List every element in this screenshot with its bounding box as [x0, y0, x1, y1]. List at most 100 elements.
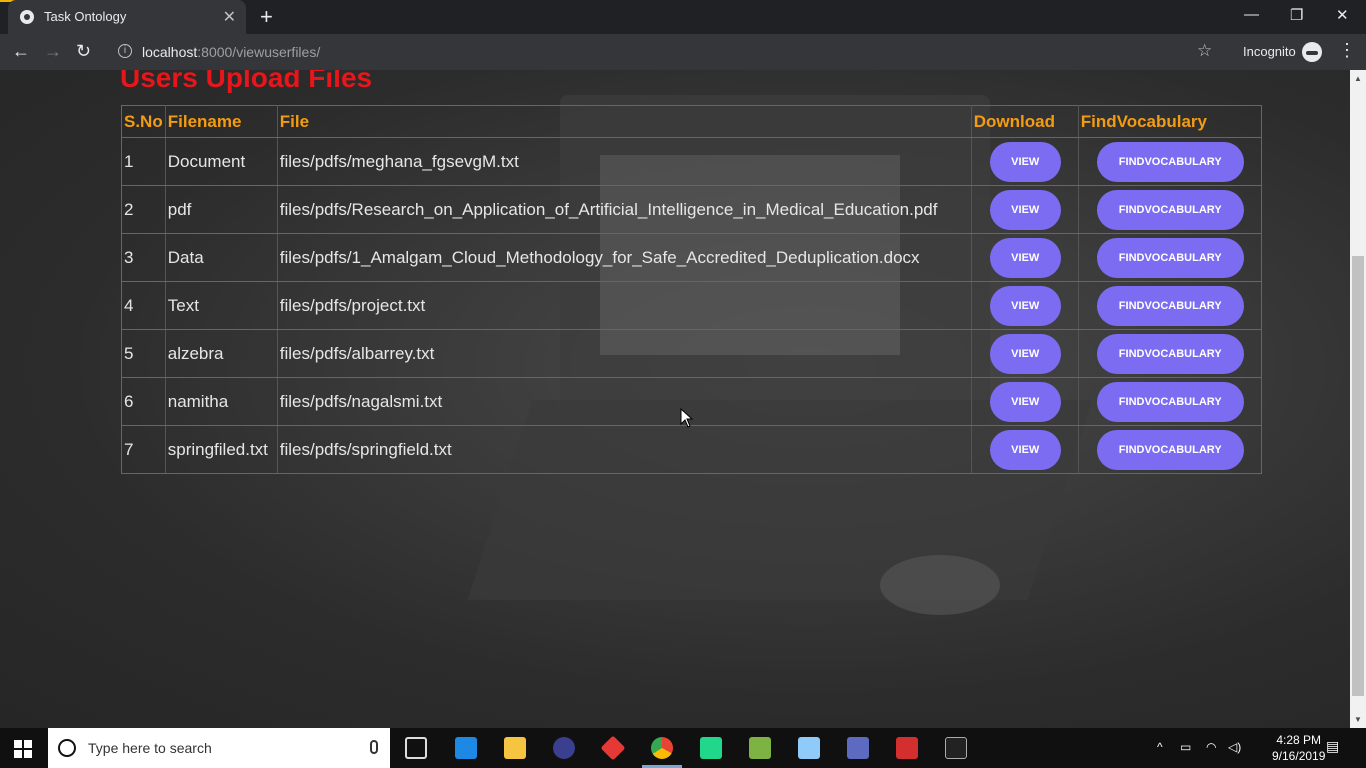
clock-time: 4:28 PM: [1276, 733, 1322, 747]
volume-icon[interactable]: ◁): [1228, 740, 1241, 754]
url-text[interactable]: localhost:8000/viewuserfiles/: [142, 44, 320, 60]
restore-icon[interactable]: ❐: [1290, 6, 1303, 24]
file-explorer-icon[interactable]: [504, 737, 526, 759]
cell-vocab: FINDVOCABULARY: [1078, 137, 1263, 186]
table-row: 4 Text files/pdfs/project.txt VIEW FINDV…: [121, 281, 1263, 330]
cell-filename: Text: [165, 281, 278, 330]
tray-chevron-icon[interactable]: ^: [1157, 740, 1163, 754]
findvocabulary-button[interactable]: FINDVOCABULARY: [1096, 189, 1244, 230]
microphone-icon[interactable]: [370, 740, 378, 754]
red-app-icon[interactable]: [600, 735, 626, 761]
minimize-icon[interactable]: —: [1244, 6, 1259, 23]
vscode-icon[interactable]: [455, 737, 477, 759]
view-button[interactable]: VIEW: [989, 285, 1061, 326]
cell-sno: 2: [121, 185, 166, 234]
notepad-plus-icon[interactable]: [749, 737, 771, 759]
cell-filename: Data: [165, 233, 278, 282]
scroll-down-icon[interactable]: ▼: [1354, 715, 1362, 724]
reload-icon[interactable]: ↻: [76, 41, 91, 62]
cell-vocab: FINDVOCABULARY: [1078, 233, 1263, 282]
view-button[interactable]: VIEW: [989, 333, 1061, 374]
close-tab-icon[interactable]: ✕: [223, 7, 236, 27]
cell-vocab: FINDVOCABULARY: [1078, 377, 1263, 426]
mysql-icon[interactable]: [847, 737, 869, 759]
bookmark-star-icon[interactable]: ☆: [1197, 41, 1212, 61]
page-title: Users Upload Files: [120, 70, 373, 93]
cortana-icon: [58, 739, 76, 757]
view-button[interactable]: VIEW: [989, 429, 1061, 470]
col-download: Download: [971, 105, 1079, 138]
acrobat-icon[interactable]: [896, 737, 918, 759]
cell-sno: 3: [121, 233, 166, 282]
cell-vocab: FINDVOCABULARY: [1078, 281, 1263, 330]
table-row: 5 alzebra files/pdfs/albarrey.txt VIEW F…: [121, 329, 1263, 378]
terminal-icon[interactable]: [945, 737, 967, 759]
findvocabulary-button[interactable]: FINDVOCABULARY: [1096, 285, 1244, 326]
incognito-icon[interactable]: [1302, 42, 1322, 62]
cell-vocab: FINDVOCABULARY: [1078, 425, 1263, 474]
table-row: 7 springfiled.txt files/pdfs/springfield…: [121, 425, 1263, 474]
cell-sno: 6: [121, 377, 166, 426]
cell-download: VIEW: [971, 377, 1079, 426]
browser-toolbar: ← → ↻ i localhost:8000/viewuserfiles/ ☆ …: [0, 34, 1366, 70]
cell-file: files/pdfs/nagalsmi.txt: [277, 377, 972, 426]
scroll-up-icon[interactable]: ▲: [1354, 74, 1362, 83]
page-viewport: Users Upload Files S.No Filename File Do…: [0, 70, 1350, 728]
cell-download: VIEW: [971, 281, 1079, 330]
pycharm-icon[interactable]: [700, 737, 722, 759]
view-button[interactable]: VIEW: [989, 189, 1061, 230]
info-icon[interactable]: i: [118, 44, 132, 58]
globe-icon: [20, 10, 34, 24]
cell-file: files/pdfs/meghana_fgsevgM.txt: [277, 137, 972, 186]
notifications-icon[interactable]: ▤: [1326, 738, 1339, 755]
new-tab-icon[interactable]: +: [260, 4, 273, 30]
cell-sno: 1: [121, 137, 166, 186]
browser-tab-strip: Task Ontology ✕ + — ❐ ✕: [0, 0, 1366, 34]
cell-sno: 5: [121, 329, 166, 378]
address-bar[interactable]: i localhost:8000/viewuserfiles/: [108, 38, 1228, 66]
findvocabulary-button[interactable]: FINDVOCABULARY: [1096, 381, 1244, 422]
view-button[interactable]: VIEW: [989, 141, 1061, 182]
scroll-thumb[interactable]: [1352, 256, 1364, 696]
wifi-icon[interactable]: ◠: [1206, 740, 1216, 754]
battery-icon[interactable]: ▭: [1180, 740, 1191, 754]
table-row: 2 pdf files/pdfs/Research_on_Application…: [121, 185, 1263, 234]
close-window-icon[interactable]: ✕: [1336, 6, 1349, 24]
findvocabulary-button[interactable]: FINDVOCABULARY: [1096, 429, 1244, 470]
forward-icon[interactable]: →: [44, 41, 62, 62]
cell-download: VIEW: [971, 329, 1079, 378]
cell-file: files/pdfs/springfield.txt: [277, 425, 972, 474]
cell-filename: Document: [165, 137, 278, 186]
menu-icon[interactable]: ⋮: [1338, 40, 1356, 61]
chrome-icon[interactable]: [651, 737, 673, 759]
col-file: File: [277, 105, 972, 138]
cell-download: VIEW: [971, 233, 1079, 282]
cell-file: files/pdfs/1_Amalgam_Cloud_Methodology_f…: [277, 233, 972, 282]
view-button[interactable]: VIEW: [989, 381, 1061, 422]
back-icon[interactable]: ←: [12, 41, 30, 62]
cell-sno: 7: [121, 425, 166, 474]
cell-download: VIEW: [971, 185, 1079, 234]
findvocabulary-button[interactable]: FINDVOCABULARY: [1096, 237, 1244, 278]
cell-file: files/pdfs/albarrey.txt: [277, 329, 972, 378]
view-button[interactable]: VIEW: [989, 237, 1061, 278]
col-filename: Filename: [165, 105, 278, 138]
task-view-icon[interactable]: [405, 737, 427, 759]
eclipse-icon[interactable]: [553, 737, 575, 759]
cell-file: files/pdfs/Research_on_Application_of_Ar…: [277, 185, 972, 234]
windows-start-icon[interactable]: [14, 740, 32, 758]
page-scrollbar[interactable]: ▲ ▼: [1350, 70, 1366, 728]
cell-sno: 4: [121, 281, 166, 330]
taskbar-search-box[interactable]: Type here to search: [48, 728, 390, 768]
col-findvocabulary: FindVocabulary: [1078, 105, 1263, 138]
findvocabulary-button[interactable]: FINDVOCABULARY: [1096, 333, 1244, 374]
notepad-icon[interactable]: [798, 737, 820, 759]
table-row: 1 Document files/pdfs/meghana_fgsevgM.tx…: [121, 137, 1263, 186]
cell-filename: pdf: [165, 185, 278, 234]
browser-tab[interactable]: Task Ontology ✕: [8, 0, 246, 34]
cell-vocab: FINDVOCABULARY: [1078, 329, 1263, 378]
taskbar-clock[interactable]: 4:28 PM 9/16/2019: [1272, 732, 1325, 764]
cell-filename: namitha: [165, 377, 278, 426]
clock-date: 9/16/2019: [1272, 749, 1326, 763]
findvocabulary-button[interactable]: FINDVOCABULARY: [1096, 141, 1244, 182]
